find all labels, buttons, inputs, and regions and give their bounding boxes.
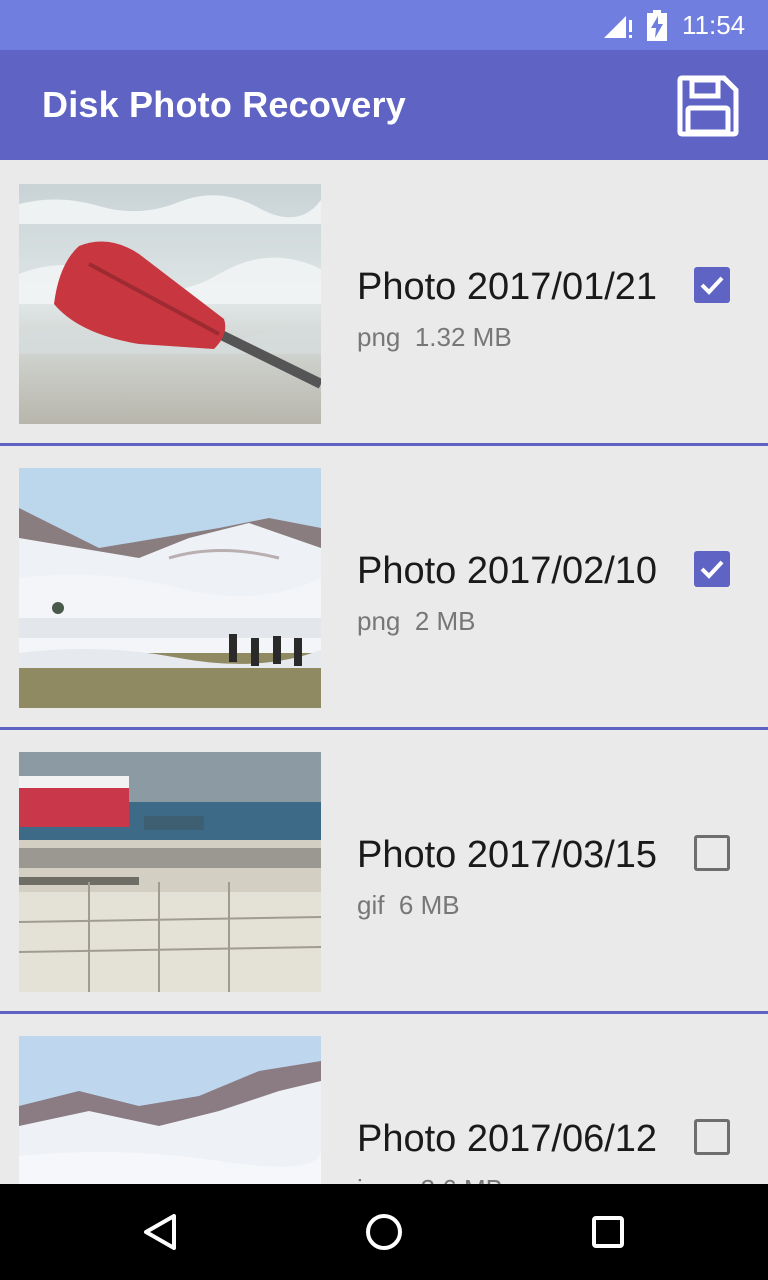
checkmark-icon: [700, 276, 724, 295]
navigation-bar: [0, 1184, 768, 1280]
photo-list-item[interactable]: Photo 2017/06/12 jpeg 3.6 MB: [0, 1012, 768, 1184]
app-bar: Disk Photo Recovery: [0, 50, 768, 160]
photo-list-item[interactable]: Photo 2017/02/10 png 2 MB: [0, 444, 768, 728]
status-bar: 11:54: [0, 0, 768, 50]
photo-checkbox[interactable]: [694, 835, 730, 871]
photo-checkbox[interactable]: [694, 551, 730, 587]
photo-thumbnail: [19, 752, 321, 992]
photo-name: Photo 2017/01/21: [357, 266, 658, 308]
app-title: Disk Photo Recovery: [42, 84, 406, 125]
photo-thumbnail: [19, 1036, 321, 1184]
home-icon: [366, 1214, 402, 1250]
photo-thumbnail: [19, 184, 321, 424]
photo-name: Photo 2017/06/12: [357, 1118, 658, 1160]
home-button[interactable]: [360, 1208, 408, 1256]
back-button[interactable]: [136, 1208, 184, 1256]
save-icon: [677, 75, 739, 137]
photo-list-item[interactable]: Photo 2017/01/21 png 1.32 MB: [0, 160, 768, 444]
photo-meta: jpeg 3.6 MB: [357, 1172, 503, 1184]
photo-meta: gif 6 MB: [357, 890, 460, 920]
photo-meta: png 2 MB: [357, 606, 476, 636]
photo-thumbnail: [19, 468, 321, 708]
photo-list[interactable]: Photo 2017/01/21 png 1.32 MB Photo 2017/…: [0, 160, 768, 1184]
recents-icon: [592, 1216, 624, 1248]
back-icon: [144, 1214, 176, 1250]
photo-list-item[interactable]: Photo 2017/03/15 gif 6 MB: [0, 728, 768, 1012]
status-time: 11:54: [682, 10, 746, 40]
photo-meta: png 1.32 MB: [357, 322, 512, 352]
checkmark-icon: [700, 560, 724, 579]
signal-icon: [602, 12, 634, 44]
battery-charging-icon: [646, 10, 668, 46]
photo-checkbox[interactable]: [694, 1119, 730, 1155]
save-button[interactable]: [676, 74, 740, 138]
photo-checkbox[interactable]: [694, 267, 730, 303]
photo-name: Photo 2017/03/15: [357, 834, 658, 876]
recents-button[interactable]: [584, 1208, 632, 1256]
photo-name: Photo 2017/02/10: [357, 550, 658, 592]
